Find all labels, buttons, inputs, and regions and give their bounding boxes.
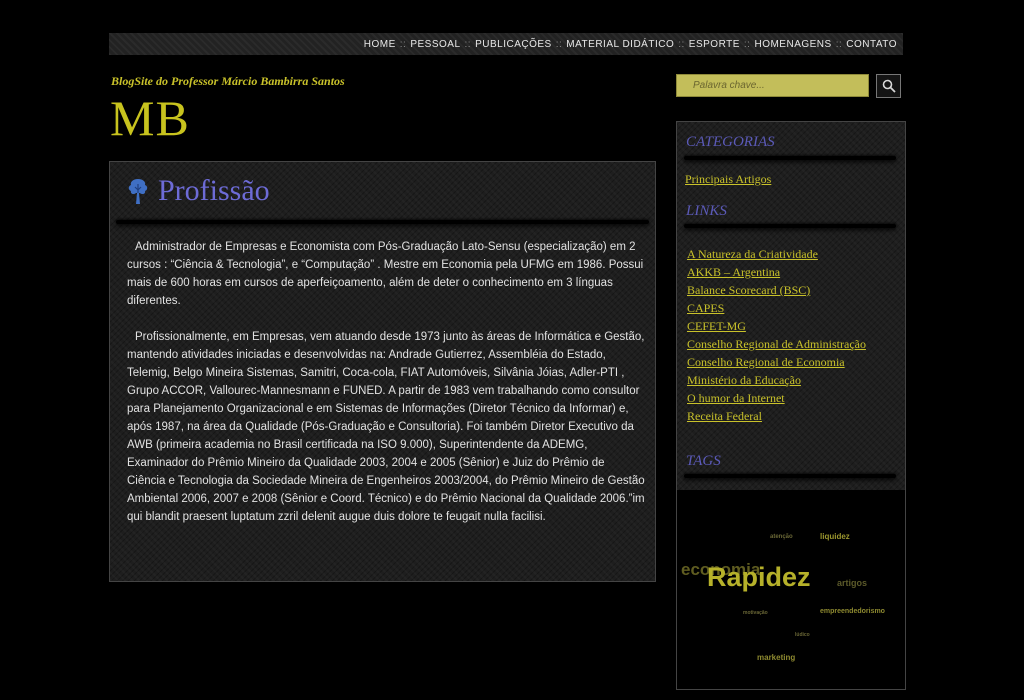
link-item: Conselho Regional de Economia bbox=[687, 353, 866, 371]
tag-link[interactable]: motivação bbox=[743, 610, 768, 616]
post-header: Profissão bbox=[126, 174, 270, 208]
nav-separator: :: bbox=[555, 38, 563, 50]
nav-link-2[interactable]: PUBLICAÇÕES bbox=[475, 39, 552, 50]
post-paragraph: Profissionalmente, em Empresas, vem atua… bbox=[127, 331, 645, 523]
post-paragraph: Administrador de Empresas e Economista c… bbox=[127, 241, 644, 307]
sidebar-link[interactable]: AKKB – Argentina bbox=[687, 265, 780, 279]
nav-link-4[interactable]: ESPORTE bbox=[689, 39, 740, 50]
nav-separator: :: bbox=[835, 38, 843, 50]
sidebar: CATEGORIAS Principais Artigos LINKS A Na… bbox=[676, 121, 906, 690]
nav-item: MATERIAL DIDÁTICO bbox=[566, 39, 674, 50]
tag-cloud: atenção liquidez economia Rapidez artigos mot… bbox=[677, 490, 905, 689]
category-item: Principais Artigos bbox=[685, 170, 771, 188]
nav-item: ESPORTE bbox=[689, 39, 740, 50]
nav-item: HOMENAGENS bbox=[754, 39, 831, 50]
nav-link-0[interactable]: HOME bbox=[364, 39, 396, 50]
tag-link[interactable]: Rapidez bbox=[707, 562, 811, 593]
sidebar-link[interactable]: A Natureza da Criatividade bbox=[687, 247, 818, 261]
tree-icon bbox=[128, 179, 148, 204]
link-item: Balance Scorecard (BSC) bbox=[687, 281, 866, 299]
post-panel: Profissão Administrador de Empresas e Ec… bbox=[109, 161, 656, 582]
nav-link-6[interactable]: CONTATO bbox=[846, 39, 897, 50]
link-item: A Natureza da Criatividade bbox=[687, 245, 866, 263]
sidebar-link[interactable]: Receita Federal bbox=[687, 409, 762, 423]
links-list: A Natureza da Criatividade AKKB – Argenti… bbox=[687, 245, 866, 425]
sidebar-link[interactable]: Conselho Regional de Administração bbox=[687, 337, 866, 351]
tag-link[interactable]: empreendedorismo bbox=[820, 608, 885, 615]
tag-link[interactable]: artigos bbox=[837, 578, 867, 588]
nav-link-1[interactable]: PESSOAL bbox=[410, 39, 460, 50]
link-item: CAPES bbox=[687, 299, 866, 317]
links-heading: LINKS bbox=[686, 203, 727, 219]
sidebar-link[interactable]: O humor da Internet bbox=[687, 391, 785, 405]
category-link[interactable]: Principais Artigos bbox=[685, 172, 771, 186]
link-item: Conselho Regional de Administração bbox=[687, 335, 866, 353]
post-body: Administrador de Empresas e Economista c… bbox=[127, 238, 645, 544]
link-item: O humor da Internet bbox=[687, 389, 866, 407]
search-input[interactable] bbox=[676, 74, 869, 97]
nav-menu: HOME:: PESSOAL:: PUBLICAÇÕES:: MATERIAL DID… bbox=[364, 39, 903, 50]
search-button[interactable] bbox=[876, 74, 901, 98]
nav-link-3[interactable]: MATERIAL DIDÁTICO bbox=[566, 39, 674, 50]
links-divider bbox=[684, 224, 896, 228]
search-icon bbox=[882, 79, 896, 93]
tag-link[interactable]: liquidez bbox=[820, 532, 850, 541]
categories-divider bbox=[684, 156, 896, 160]
nav-item: PESSOAL bbox=[410, 39, 460, 50]
tag-link[interactable]: marketing bbox=[757, 653, 795, 662]
tag-link[interactable]: atenção bbox=[770, 534, 793, 540]
nav-separator: :: bbox=[464, 38, 472, 50]
categories-list: Principais Artigos bbox=[685, 170, 771, 188]
categories-heading: CATEGORIAS bbox=[686, 134, 775, 150]
nav-separator: :: bbox=[678, 38, 685, 50]
sidebar-link[interactable]: CAPES bbox=[687, 301, 724, 315]
nav-item: HOME bbox=[364, 39, 396, 50]
link-item: Receita Federal bbox=[687, 407, 866, 425]
sidebar-link[interactable]: Ministério da Educação bbox=[687, 373, 801, 387]
tags-divider bbox=[684, 474, 896, 478]
nav-separator: :: bbox=[399, 38, 407, 50]
sidebar-link[interactable]: Conselho Regional de Economia bbox=[687, 355, 845, 369]
link-item: CEFET-MG bbox=[687, 317, 866, 335]
nav-item: PUBLICAÇÕES bbox=[475, 39, 552, 50]
link-item: AKKB – Argentina bbox=[687, 263, 866, 281]
top-navigation: HOME:: PESSOAL:: PUBLICAÇÕES:: MATERIAL DID… bbox=[109, 33, 903, 55]
link-item: Ministério da Educação bbox=[687, 371, 866, 389]
nav-item: CONTATO bbox=[846, 39, 897, 50]
sidebar-link[interactable]: CEFET-MG bbox=[687, 319, 746, 333]
tag-link[interactable]: lúdico bbox=[795, 632, 810, 638]
nav-link-5[interactable]: HOMENAGENS bbox=[754, 39, 831, 50]
title-divider bbox=[116, 220, 649, 224]
tags-heading: TAGS bbox=[686, 453, 721, 469]
nav-separator: :: bbox=[743, 38, 751, 50]
post-title[interactable]: Profissão bbox=[158, 174, 270, 208]
sidebar-link[interactable]: Balance Scorecard (BSC) bbox=[687, 283, 810, 297]
site-tagline: BlogSite do Professor Márcio Bambirra Sa… bbox=[111, 74, 345, 88]
site-logo[interactable]: MB bbox=[110, 88, 190, 148]
